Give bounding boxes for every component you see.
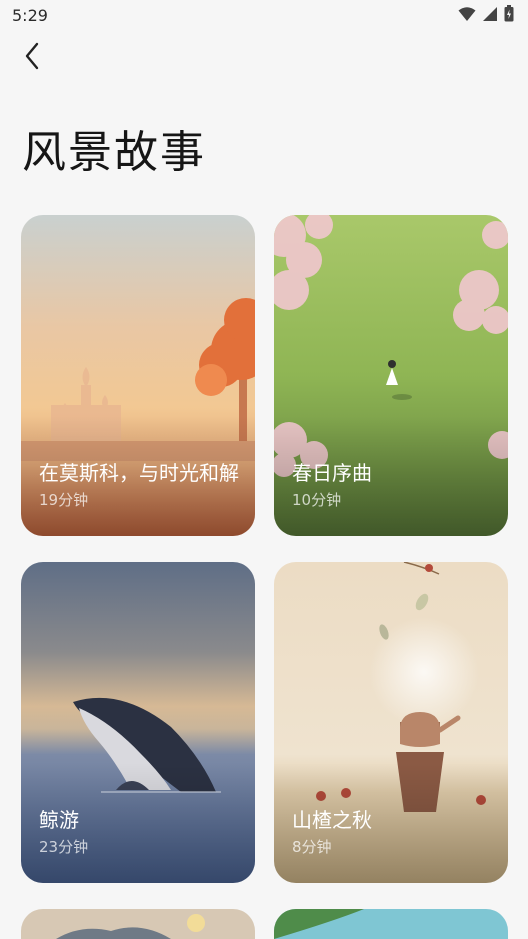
story-card-moscow[interactable]: 在莫斯科，与时光和解 19分钟: [21, 215, 255, 536]
story-card-whale[interactable]: 鲸游 23分钟: [21, 562, 255, 883]
status-bar: 5:29: [0, 0, 528, 30]
story-card-partial-left[interactable]: [21, 909, 255, 939]
partial-illustration: [21, 909, 255, 939]
card-title: 春日序曲: [292, 461, 372, 485]
card-title: 山楂之秋: [292, 808, 372, 832]
story-card-spring[interactable]: 春日序曲 10分钟: [274, 215, 508, 536]
back-button[interactable]: [14, 40, 50, 76]
story-card-hawthorn[interactable]: 山楂之秋 8分钟: [274, 562, 508, 883]
signal-icon: [482, 6, 498, 22]
page-title: 风景故事: [22, 127, 206, 178]
story-card-partial-right[interactable]: [274, 909, 508, 939]
card-duration: 19分钟: [39, 491, 89, 509]
partial-illustration: [274, 909, 508, 939]
chevron-left-icon: [22, 41, 42, 75]
wifi-icon: [458, 6, 476, 22]
status-icons: [458, 5, 514, 22]
card-duration: 23分钟: [39, 838, 89, 856]
card-duration: 10分钟: [292, 491, 342, 509]
card-duration: 8分钟: [292, 838, 332, 856]
battery-icon: [504, 5, 514, 22]
card-title: 在莫斯科，与时光和解: [39, 461, 239, 485]
status-time: 5:29: [12, 6, 48, 25]
card-title: 鲸游: [39, 808, 79, 832]
